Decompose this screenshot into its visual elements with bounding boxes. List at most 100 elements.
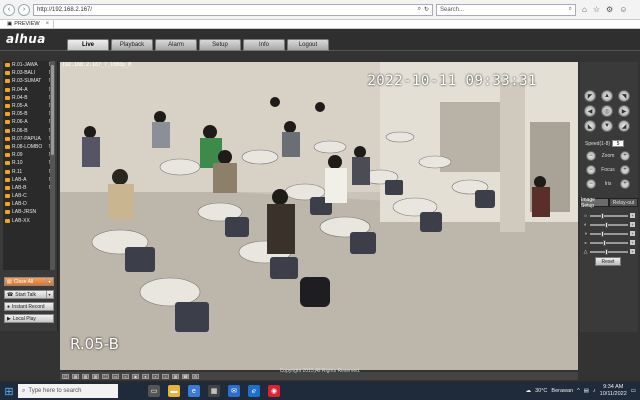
camera-list-item[interactable]: R.06-AM <box>3 118 55 126</box>
volume-icon[interactable]: ♪ <box>593 388 596 394</box>
favorites-icon[interactable]: ☆ <box>593 5 600 14</box>
audio-icon[interactable]: ♪ <box>162 373 169 379</box>
camera-list-item[interactable]: R.03-BALIM <box>3 69 55 77</box>
camera-list-item[interactable]: R.11M <box>3 167 55 175</box>
grid-icon[interactable]: ▦ <box>172 373 179 379</box>
snapshot-icon[interactable]: ◉ <box>132 373 139 379</box>
down-left-arrow-icon[interactable]: ◣ <box>584 120 596 132</box>
dropdown-arrow-icon[interactable]: ▾ <box>46 291 52 298</box>
close-all-button[interactable]: ▤ Close All ▾ <box>4 277 54 286</box>
image-slider[interactable] <box>590 239 628 246</box>
up-left-arrow-icon[interactable]: ◤ <box>584 90 596 102</box>
plus-icon[interactable]: + <box>630 240 635 245</box>
split-16-icon[interactable]: ▦ <box>92 373 99 379</box>
camera-list-item[interactable]: R.03-SUMATM <box>3 77 55 85</box>
talk-icon[interactable]: ☎ <box>182 373 189 379</box>
slider-handle[interactable] <box>605 248 609 255</box>
store-icon[interactable]: ▦ <box>208 385 220 397</box>
tray-arrow-icon[interactable]: ^ <box>577 388 580 394</box>
task-view-icon[interactable]: ▭ <box>148 385 160 397</box>
camera-list-item[interactable]: R.08-LOMBOM <box>3 143 55 151</box>
focus-in-icon[interactable]: + <box>620 165 630 175</box>
search-input[interactable]: Search... ⌕ <box>436 3 576 16</box>
edge-icon[interactable]: e <box>188 385 200 397</box>
camera-list[interactable]: R.01-JAWAMR.03-BALIMR.03-SUMATMR.04-AMR.… <box>3 61 55 270</box>
zoom-out-icon[interactable]: − <box>586 151 596 161</box>
mail-icon[interactable]: ✉ <box>228 385 240 397</box>
slider-handle[interactable] <box>601 212 605 219</box>
scale-icon[interactable]: ▭ <box>112 373 119 379</box>
chrome-icon[interactable]: ◉ <box>268 385 280 397</box>
up-right-arrow-icon[interactable]: ◥ <box>618 90 630 102</box>
plus-icon[interactable]: + <box>630 249 635 254</box>
tab-alarm[interactable]: Alarm <box>155 39 197 51</box>
search-icon[interactable]: ⌕ <box>418 6 421 13</box>
reset-button[interactable]: Reset <box>595 257 621 266</box>
camera-list-item[interactable]: R.06-BM <box>3 127 55 135</box>
tab-setup[interactable]: Setup <box>199 39 241 51</box>
tab-info[interactable]: Info <box>243 39 285 51</box>
camera-list-item[interactable]: LAB-C <box>3 192 55 200</box>
camera-list-item[interactable]: LAB-BM <box>3 184 55 192</box>
zoom-icon[interactable]: ⌕ <box>152 373 159 379</box>
camera-list-item[interactable]: LAB-XX <box>3 217 55 225</box>
settings-icon[interactable]: ⚙ <box>606 5 613 14</box>
zoom-in-icon[interactable]: + <box>620 151 630 161</box>
plus-icon[interactable]: + <box>630 231 635 236</box>
settings-icon[interactable]: ⚙ <box>192 373 199 379</box>
plus-icon[interactable]: + <box>630 213 635 218</box>
up-arrow-icon[interactable]: ▲ <box>601 90 613 102</box>
camera-list-item[interactable]: R.04-BM <box>3 94 55 102</box>
camera-list-item[interactable]: LAB-AM <box>3 176 55 184</box>
camera-list-item[interactable]: R.01-JAWAM <box>3 61 55 69</box>
image-slider[interactable] <box>590 248 628 255</box>
local-play-button[interactable]: ▶ Local Play <box>4 314 54 323</box>
right-arrow-icon[interactable]: ▶ <box>618 105 630 117</box>
fullscreen-icon[interactable]: ⛶ <box>102 373 109 379</box>
iris-open-icon[interactable]: + <box>620 179 630 189</box>
file-explorer-icon[interactable]: ▬ <box>168 385 180 397</box>
image-slider[interactable] <box>590 221 628 228</box>
live-video-feed[interactable]: 192.168.2.167_7_1080p_M 2022-10-11 09:33… <box>60 62 578 370</box>
left-arrow-icon[interactable]: ◀ <box>584 105 596 117</box>
address-bar[interactable]: http://192.168.2.167/ ⌕ ↻ <box>33 3 433 16</box>
camera-list-item[interactable]: LAB-JRSN <box>3 208 55 216</box>
plus-icon[interactable]: + <box>630 222 635 227</box>
slider-handle[interactable] <box>605 221 609 228</box>
home-icon[interactable]: ⌂ <box>582 5 587 14</box>
split-4-icon[interactable]: ▦ <box>72 373 79 379</box>
refresh-icon[interactable]: ↻ <box>424 6 429 13</box>
scrollbar-thumb[interactable] <box>51 65 54 155</box>
camera-list-item[interactable]: R.07-PAPUAM <box>3 135 55 143</box>
back-icon[interactable]: ‹ <box>3 3 15 16</box>
close-icon[interactable]: × <box>46 21 50 27</box>
camera-list-item[interactable]: R.10M <box>3 159 55 167</box>
split-1-icon[interactable]: ▢ <box>62 373 69 379</box>
dropdown-arrow-icon[interactable]: ▾ <box>46 278 52 285</box>
smiley-icon[interactable]: ☺ <box>619 5 627 14</box>
taskbar-search-input[interactable]: ⌕ Type here to search <box>18 384 118 398</box>
slider-handle[interactable] <box>601 230 605 237</box>
record-icon[interactable]: ● <box>142 373 149 379</box>
image-slider[interactable] <box>590 230 628 237</box>
down-arrow-icon[interactable]: ▼ <box>601 120 613 132</box>
instant-record-button[interactable]: ● Instant Record <box>4 302 54 311</box>
focus-out-icon[interactable]: − <box>586 165 596 175</box>
notification-icon[interactable]: ▭ <box>631 388 636 394</box>
image-slider[interactable] <box>590 212 628 219</box>
network-icon[interactable]: ▤ <box>584 388 589 394</box>
down-right-arrow-icon[interactable]: ◢ <box>618 120 630 132</box>
camera-list-item[interactable]: R.05-AM <box>3 102 55 110</box>
slider-handle[interactable] <box>603 239 607 246</box>
split-9-icon[interactable]: ▦ <box>82 373 89 379</box>
start-talk-button[interactable]: ☎ Start Talk ▾ <box>4 290 54 299</box>
magnifier-icon[interactable]: ⌕ <box>569 6 572 13</box>
iris-close-icon[interactable]: − <box>586 179 596 189</box>
tab-image-setup[interactable]: Image Setup <box>580 197 609 209</box>
camera-list-item[interactable]: R.04-AM <box>3 86 55 94</box>
windows-start-icon[interactable]: ⊞ <box>0 382 18 400</box>
camera-list-item[interactable]: R.09M <box>3 151 55 159</box>
camera-list-item[interactable]: LAB-D <box>3 200 55 208</box>
tab-relay-out[interactable]: Relay-out <box>609 198 638 207</box>
speed-select[interactable]: 5 <box>612 140 625 147</box>
